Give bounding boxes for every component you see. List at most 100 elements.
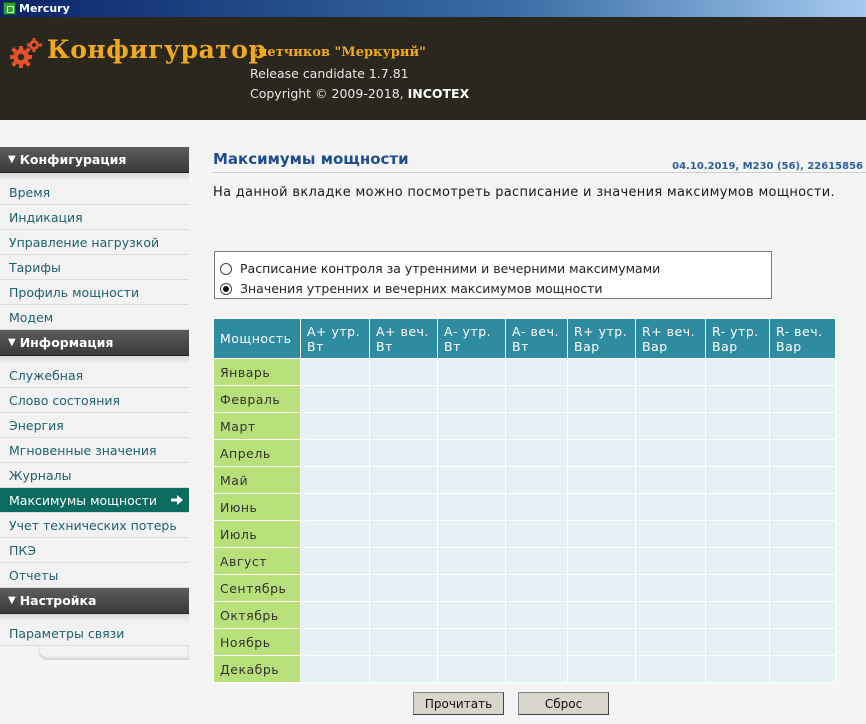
value-cell xyxy=(300,601,370,629)
value-cell xyxy=(505,385,568,413)
table-row: Июль xyxy=(213,520,836,548)
device-info: 04.10.2019, M230 (56), 22615856 xyxy=(672,161,863,172)
sidebar-item-load-control[interactable]: Управление нагрузкой xyxy=(0,230,189,255)
table-row: Апрель xyxy=(213,439,836,467)
value-cell xyxy=(635,439,706,467)
value-cell xyxy=(705,601,770,629)
column-header: А+ веч. Вт xyxy=(369,318,438,359)
value-cell xyxy=(567,358,636,386)
value-cell xyxy=(567,547,636,575)
sidebar-item-connection-params[interactable]: Параметры связи xyxy=(0,621,189,646)
value-cell xyxy=(705,439,770,467)
value-cell xyxy=(769,412,836,440)
sidebar-item-power-profile[interactable]: Профиль мощности xyxy=(0,280,189,305)
value-cell xyxy=(369,412,438,440)
triangle-down-icon: ▼ xyxy=(8,154,16,165)
table-row: Сентябрь xyxy=(213,574,836,602)
sidebar-item-service[interactable]: Служебная xyxy=(0,363,189,388)
value-cell xyxy=(505,493,568,521)
sidebar-item-energy[interactable]: Энергия xyxy=(0,413,189,438)
sidebar-section-config[interactable]: ▼ Конфигурация xyxy=(0,147,189,173)
window-title: Mercury xyxy=(19,2,70,15)
value-cell xyxy=(769,358,836,386)
triangle-down-icon: ▼ xyxy=(8,595,16,606)
month-cell: Май xyxy=(213,466,301,494)
value-cell xyxy=(369,520,438,548)
table-row: Август xyxy=(213,547,836,575)
value-cell xyxy=(567,574,636,602)
value-cell xyxy=(769,655,836,683)
month-cell: Ноябрь xyxy=(213,628,301,656)
value-cell xyxy=(769,574,836,602)
value-cell xyxy=(437,601,506,629)
value-cell xyxy=(705,655,770,683)
month-cell: Январь xyxy=(213,358,301,386)
value-cell xyxy=(567,439,636,467)
value-cell xyxy=(369,655,438,683)
value-cell xyxy=(705,412,770,440)
value-cell xyxy=(567,601,636,629)
value-cell xyxy=(635,358,706,386)
sidebar-section-settings[interactable]: ▼ Настройка xyxy=(0,588,189,614)
sidebar-item-tech-losses[interactable]: Учет технических потерь xyxy=(0,513,189,538)
value-cell xyxy=(300,358,370,386)
table-row: Март xyxy=(213,412,836,440)
radio-button-checked[interactable] xyxy=(220,282,232,295)
value-cell xyxy=(635,628,706,656)
month-cell: Июль xyxy=(213,520,301,548)
value-cell xyxy=(769,601,836,629)
sidebar-item-pke[interactable]: ПКЭ xyxy=(0,538,189,563)
month-cell: Июнь xyxy=(213,493,301,521)
value-cell xyxy=(300,628,370,656)
sidebar-item-tariffs[interactable]: Тарифы xyxy=(0,255,189,280)
sidebar-item-reports[interactable]: Отчеты xyxy=(0,563,189,588)
value-cell xyxy=(635,466,706,494)
value-cell xyxy=(635,601,706,629)
value-cell xyxy=(635,520,706,548)
sidebar-section-info[interactable]: ▼ Информация xyxy=(0,330,189,356)
value-cell xyxy=(705,547,770,575)
value-cell xyxy=(437,628,506,656)
sidebar-item-modem[interactable]: Модем xyxy=(0,305,189,330)
sidebar-item-journals[interactable]: Журналы xyxy=(0,463,189,488)
app-icon xyxy=(3,2,16,15)
read-button[interactable]: Прочитать xyxy=(413,692,504,715)
value-cell xyxy=(567,628,636,656)
gears-logo-icon xyxy=(10,38,42,68)
table-row: Декабрь xyxy=(213,655,836,683)
value-cell xyxy=(769,520,836,548)
sidebar-item-status-word[interactable]: Слово состояния xyxy=(0,388,189,413)
value-cell xyxy=(437,466,506,494)
column-header: R- утр. Вар xyxy=(705,318,770,359)
value-cell xyxy=(505,547,568,575)
value-cell xyxy=(505,520,568,548)
value-cell xyxy=(369,574,438,602)
month-cell: Октябрь xyxy=(213,601,301,629)
value-cell xyxy=(437,439,506,467)
sidebar-item-time[interactable]: Время xyxy=(0,180,189,205)
value-cell xyxy=(300,574,370,602)
value-cell xyxy=(505,439,568,467)
sidebar-item-power-maximums[interactable]: Максимумы мощности xyxy=(0,488,189,513)
radio-option-values[interactable]: Значения утренних и вечерних максимумов … xyxy=(220,281,603,296)
value-cell xyxy=(369,547,438,575)
value-cell xyxy=(705,493,770,521)
table-header-row: Мощность А+ утр. Вт А+ веч. Вт А- утр. В… xyxy=(213,318,836,359)
value-cell xyxy=(769,493,836,521)
value-cell xyxy=(369,439,438,467)
value-cell xyxy=(567,655,636,683)
release-version: Release candidate 1.7.81 xyxy=(250,66,409,81)
value-cell xyxy=(567,412,636,440)
sidebar-item-indication[interactable]: Индикация xyxy=(0,205,189,230)
value-cell xyxy=(769,628,836,656)
reset-button[interactable]: Сброс xyxy=(518,692,609,715)
radio-option-schedule[interactable]: Расписание контроля за утренними и вечер… xyxy=(220,261,660,276)
value-cell xyxy=(635,547,706,575)
sidebar-item-instant-values[interactable]: Мгновенные значения xyxy=(0,438,189,463)
value-cell xyxy=(437,385,506,413)
value-cell xyxy=(705,520,770,548)
value-cell xyxy=(505,358,568,386)
radio-button[interactable] xyxy=(220,262,232,275)
value-cell xyxy=(705,574,770,602)
month-cell: Август xyxy=(213,547,301,575)
